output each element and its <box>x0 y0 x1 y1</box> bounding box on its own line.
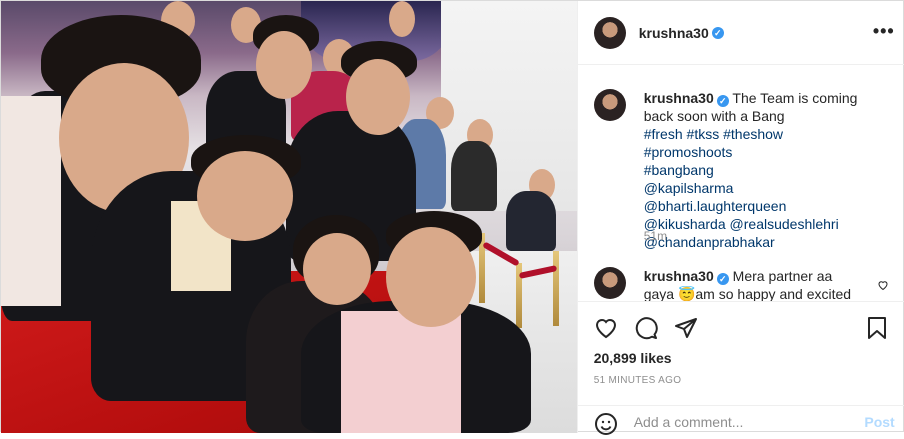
instagram-post: krushna30 ✓ ••• krushna30 ✓ The Team is c… <box>0 0 904 435</box>
verified-check-icon: ✓ <box>716 273 729 285</box>
mention[interactable]: @bharti.laughterqueen <box>644 198 787 214</box>
mention[interactable]: @realsudeshlehri <box>730 216 839 232</box>
comment-username[interactable]: krushna30 <box>644 268 714 284</box>
verified-check-icon: ✓ <box>716 95 729 107</box>
bookmark-icon[interactable] <box>865 316 889 343</box>
comment-avatar[interactable] <box>593 267 626 299</box>
comment-like-heart-icon[interactable] <box>877 279 889 294</box>
post-comment-button[interactable]: Post <box>864 414 894 430</box>
likes-count[interactable]: 20,899 likes <box>594 350 672 366</box>
caption-username[interactable]: krushna30 <box>644 90 714 106</box>
emoji-icon[interactable] <box>594 412 618 439</box>
comment-input[interactable]: Add a comment... <box>634 414 744 430</box>
heart-icon[interactable] <box>594 316 618 343</box>
author-username[interactable]: krushna30 <box>639 25 709 41</box>
caption: krushna30 ✓ The Team is coming back soon … <box>593 89 874 251</box>
post-actions: 20,899 likes 51 MINUTES AGO Add a commen… <box>577 301 904 435</box>
post-sidebar: krushna30 ✓ ••• krushna30 ✓ The Team is c… <box>576 1 904 435</box>
caption-avatar[interactable] <box>593 89 626 121</box>
hashtag[interactable]: #promoshoots <box>644 144 733 160</box>
hashtag[interactable]: #bangbang <box>644 162 714 178</box>
author-avatar[interactable] <box>593 16 626 49</box>
comment-item: krushna30 ✓ Mera partner aa gaya 😇am so h… <box>593 267 854 301</box>
caption-age[interactable]: 51m <box>644 229 667 243</box>
mention[interactable]: @kapilsharma <box>644 180 734 196</box>
share-icon[interactable] <box>674 316 698 343</box>
comment-icon[interactable] <box>634 316 658 343</box>
comments-section[interactable]: krushna30 ✓ The Team is coming back soon … <box>578 65 904 301</box>
post-header: krushna30 ✓ ••• <box>577 1 904 65</box>
verified-check-icon: ✓ <box>711 26 724 39</box>
ellipsis-icon[interactable]: ••• <box>873 21 895 42</box>
hashtag[interactable]: #tkss <box>687 126 720 142</box>
post-photo[interactable] <box>1 1 577 433</box>
comment-composer: Add a comment... Post <box>577 405 904 435</box>
post-timestamp[interactable]: 51 MINUTES AGO <box>594 375 682 386</box>
hashtag[interactable]: #fresh <box>644 126 683 142</box>
hashtag[interactable]: #theshow <box>723 126 783 142</box>
